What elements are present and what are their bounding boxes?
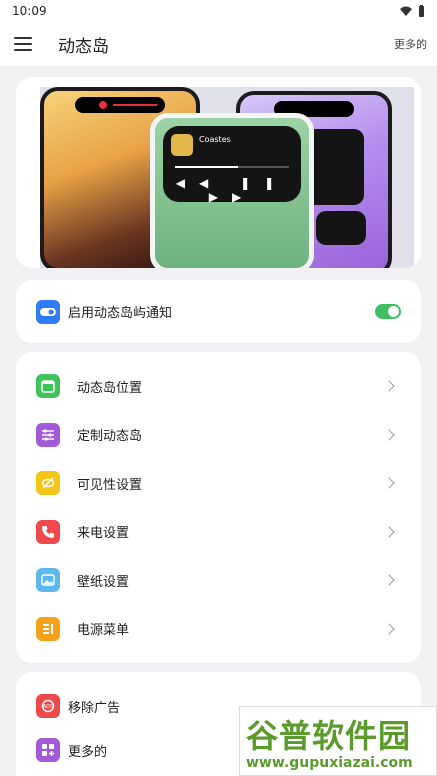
chevron-right-icon	[383, 574, 395, 586]
settings-item-label: 来电设置	[77, 526, 130, 542]
enable-notification-row[interactable]: 启用动态岛屿通知	[16, 280, 421, 343]
app-bar: 动态岛 更多的	[0, 22, 437, 66]
settings-item-label: 动态岛位置	[77, 380, 143, 396]
menu-icon[interactable]	[14, 37, 32, 51]
widget-panel	[306, 129, 364, 205]
settings-item-wallpaper[interactable]: 壁纸设置	[16, 556, 421, 605]
settings-item-power-menu[interactable]: 电源菜单	[16, 605, 421, 654]
image-icon	[36, 568, 60, 593]
phone-mockup-green: Coastes ◀◀ ❚❚ ▶▶	[150, 113, 314, 268]
wifi-icon	[400, 6, 412, 16]
more-button[interactable]: 更多的	[394, 36, 427, 52]
settings-item-visibility[interactable]: 可见性设置	[16, 459, 421, 508]
remove-ads-icon: ADS	[36, 694, 60, 718]
settings-item-position[interactable]: 动态岛位置	[16, 362, 421, 411]
settings-list: 动态岛位置 定制动态岛 可见性设置 来电设置 壁纸设置 电源菜单	[16, 352, 421, 663]
apps-icon	[36, 738, 60, 762]
phone-preview-image: Coastes ◀◀ ❚❚ ▶▶	[40, 87, 414, 268]
album-art	[171, 134, 193, 156]
chevron-right-icon	[383, 623, 395, 635]
battery-icon	[419, 5, 424, 17]
settings-item-label: 壁纸设置	[77, 574, 130, 590]
chevron-right-icon	[383, 477, 395, 489]
chevron-right-icon	[383, 429, 395, 441]
enable-notification-label: 启用动态岛屿通知	[68, 306, 173, 321]
eye-off-icon	[36, 471, 60, 496]
player-controls: ◀◀ ❚❚ ▶▶	[175, 176, 289, 204]
svg-text:ADS: ADS	[43, 704, 53, 710]
settings-item-label: 定制动态岛	[77, 429, 143, 445]
settings-item-customize[interactable]: 定制动态岛	[16, 411, 421, 460]
song-title: Coastes	[199, 135, 231, 144]
phone-icon	[36, 519, 60, 544]
chevron-right-icon	[383, 526, 395, 538]
dynamic-island-pill	[75, 97, 165, 113]
sliders-icon	[36, 422, 60, 447]
power-menu-icon	[36, 616, 60, 641]
settings-item-label: 电源菜单	[77, 623, 130, 639]
calendar-icon	[36, 374, 60, 399]
watermark-url: www.gupuxiazai.com	[246, 755, 413, 771]
settings-item-label: 可见性设置	[77, 477, 143, 493]
page-title: 动态岛	[58, 36, 109, 57]
island-toggle-icon	[36, 299, 60, 324]
remove-ads-label: 移除广告	[68, 700, 121, 716]
widget-panel-small	[316, 211, 366, 245]
more-apps-label: 更多的	[68, 744, 108, 760]
watermark-title: 谷普软件园	[246, 717, 412, 755]
preview-banner: Coastes ◀◀ ❚❚ ▶▶	[16, 77, 421, 268]
music-player-widget: Coastes ◀◀ ❚❚ ▶▶	[163, 126, 301, 204]
status-icons	[400, 5, 425, 17]
status-time: 10:09	[12, 4, 47, 18]
settings-item-call[interactable]: 来电设置	[16, 508, 421, 557]
site-watermark: 谷普软件园 www.gupuxiazai.com	[239, 706, 437, 776]
progress-bar	[175, 166, 289, 168]
chevron-right-icon	[383, 380, 395, 392]
status-bar: 10:09	[0, 0, 437, 22]
enable-notification-switch[interactable]	[375, 304, 401, 319]
